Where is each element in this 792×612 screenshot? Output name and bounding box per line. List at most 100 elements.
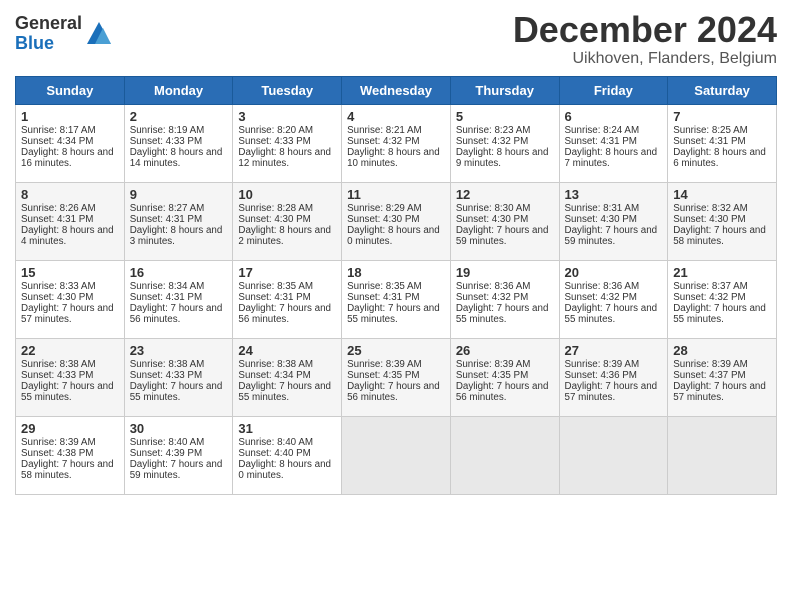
daylight-label: Daylight: 7 hours and 57 minutes.	[565, 381, 658, 403]
sunset-label: Sunset: 4:31 PM	[21, 214, 93, 225]
sunset-label: Sunset: 4:39 PM	[130, 448, 202, 459]
calendar-cell: 22Sunrise: 8:38 AMSunset: 4:33 PMDayligh…	[16, 338, 125, 416]
calendar-cell: 1Sunrise: 8:17 AMSunset: 4:34 PMDaylight…	[16, 104, 125, 182]
sunset-label: Sunset: 4:31 PM	[238, 292, 310, 303]
day-number: 16	[130, 265, 228, 280]
sunrise-label: Sunrise: 8:40 AM	[238, 437, 313, 448]
day-number: 11	[347, 187, 445, 202]
day-number: 15	[21, 265, 119, 280]
sunrise-label: Sunrise: 8:24 AM	[565, 125, 640, 136]
daylight-label: Daylight: 8 hours and 0 minutes.	[238, 459, 331, 481]
sunset-label: Sunset: 4:34 PM	[21, 136, 93, 147]
daylight-label: Daylight: 8 hours and 9 minutes.	[456, 147, 549, 169]
calendar-cell: 3Sunrise: 8:20 AMSunset: 4:33 PMDaylight…	[233, 104, 342, 182]
calendar-header-row: Sunday Monday Tuesday Wednesday Thursday…	[16, 76, 777, 104]
daylight-label: Daylight: 7 hours and 55 minutes.	[565, 303, 658, 325]
sunrise-label: Sunrise: 8:39 AM	[565, 359, 640, 370]
sunrise-label: Sunrise: 8:19 AM	[130, 125, 205, 136]
sunrise-label: Sunrise: 8:29 AM	[347, 203, 422, 214]
header-friday: Friday	[559, 76, 668, 104]
day-number: 29	[21, 421, 119, 436]
sunrise-label: Sunrise: 8:40 AM	[130, 437, 205, 448]
sunrise-label: Sunrise: 8:39 AM	[456, 359, 531, 370]
sunrise-label: Sunrise: 8:17 AM	[21, 125, 96, 136]
calendar-cell: 17Sunrise: 8:35 AMSunset: 4:31 PMDayligh…	[233, 260, 342, 338]
sunset-label: Sunset: 4:33 PM	[130, 136, 202, 147]
calendar-cell: 25Sunrise: 8:39 AMSunset: 4:35 PMDayligh…	[342, 338, 451, 416]
sunrise-label: Sunrise: 8:20 AM	[238, 125, 313, 136]
daylight-label: Daylight: 7 hours and 55 minutes.	[673, 303, 766, 325]
calendar-cell: 12Sunrise: 8:30 AMSunset: 4:30 PMDayligh…	[450, 182, 559, 260]
sunset-label: Sunset: 4:30 PM	[673, 214, 745, 225]
calendar-cell: 9Sunrise: 8:27 AMSunset: 4:31 PMDaylight…	[124, 182, 233, 260]
daylight-label: Daylight: 7 hours and 55 minutes.	[238, 381, 331, 403]
calendar-cell: 21Sunrise: 8:37 AMSunset: 4:32 PMDayligh…	[668, 260, 777, 338]
day-number: 18	[347, 265, 445, 280]
calendar-cell: 20Sunrise: 8:36 AMSunset: 4:32 PMDayligh…	[559, 260, 668, 338]
sunset-label: Sunset: 4:30 PM	[238, 214, 310, 225]
sunset-label: Sunset: 4:32 PM	[565, 292, 637, 303]
sunset-label: Sunset: 4:31 PM	[347, 292, 419, 303]
day-number: 19	[456, 265, 554, 280]
calendar-cell: 18Sunrise: 8:35 AMSunset: 4:31 PMDayligh…	[342, 260, 451, 338]
day-number: 5	[456, 109, 554, 124]
day-number: 26	[456, 343, 554, 358]
logo-blue: Blue	[15, 33, 54, 53]
sunset-label: Sunset: 4:35 PM	[456, 370, 528, 381]
calendar-cell: 5Sunrise: 8:23 AMSunset: 4:32 PMDaylight…	[450, 104, 559, 182]
daylight-label: Daylight: 7 hours and 55 minutes.	[21, 381, 114, 403]
calendar-cell: 4Sunrise: 8:21 AMSunset: 4:32 PMDaylight…	[342, 104, 451, 182]
sunset-label: Sunset: 4:38 PM	[21, 448, 93, 459]
sunrise-label: Sunrise: 8:25 AM	[673, 125, 748, 136]
calendar-body: 1Sunrise: 8:17 AMSunset: 4:34 PMDaylight…	[16, 104, 777, 494]
calendar-week-row: 1Sunrise: 8:17 AMSunset: 4:34 PMDaylight…	[16, 104, 777, 182]
page-container: General Blue December 2024 Uikhoven, Fla…	[0, 0, 792, 505]
sunset-label: Sunset: 4:30 PM	[347, 214, 419, 225]
daylight-label: Daylight: 8 hours and 6 minutes.	[673, 147, 766, 169]
sunset-label: Sunset: 4:30 PM	[21, 292, 93, 303]
calendar-cell: 2Sunrise: 8:19 AMSunset: 4:33 PMDaylight…	[124, 104, 233, 182]
sunrise-label: Sunrise: 8:23 AM	[456, 125, 531, 136]
day-number: 20	[565, 265, 663, 280]
daylight-label: Daylight: 7 hours and 59 minutes.	[456, 225, 549, 247]
sunset-label: Sunset: 4:31 PM	[130, 214, 202, 225]
calendar-cell: 28Sunrise: 8:39 AMSunset: 4:37 PMDayligh…	[668, 338, 777, 416]
daylight-label: Daylight: 7 hours and 56 minutes.	[130, 303, 223, 325]
daylight-label: Daylight: 7 hours and 59 minutes.	[130, 459, 223, 481]
calendar-week-row: 8Sunrise: 8:26 AMSunset: 4:31 PMDaylight…	[16, 182, 777, 260]
sunset-label: Sunset: 4:32 PM	[456, 136, 528, 147]
daylight-label: Daylight: 8 hours and 4 minutes.	[21, 225, 114, 247]
header: General Blue December 2024 Uikhoven, Fla…	[15, 10, 777, 68]
daylight-label: Daylight: 8 hours and 0 minutes.	[347, 225, 440, 247]
header-thursday: Thursday	[450, 76, 559, 104]
day-number: 22	[21, 343, 119, 358]
day-number: 12	[456, 187, 554, 202]
sunrise-label: Sunrise: 8:39 AM	[21, 437, 96, 448]
day-number: 30	[130, 421, 228, 436]
daylight-label: Daylight: 7 hours and 55 minutes.	[130, 381, 223, 403]
day-number: 8	[21, 187, 119, 202]
daylight-label: Daylight: 7 hours and 56 minutes.	[347, 381, 440, 403]
sunrise-label: Sunrise: 8:28 AM	[238, 203, 313, 214]
day-number: 4	[347, 109, 445, 124]
header-saturday: Saturday	[668, 76, 777, 104]
sunrise-label: Sunrise: 8:38 AM	[130, 359, 205, 370]
calendar-cell: 30Sunrise: 8:40 AMSunset: 4:39 PMDayligh…	[124, 416, 233, 494]
day-number: 28	[673, 343, 771, 358]
calendar-table: Sunday Monday Tuesday Wednesday Thursday…	[15, 76, 777, 495]
sunset-label: Sunset: 4:30 PM	[456, 214, 528, 225]
calendar-cell: 7Sunrise: 8:25 AMSunset: 4:31 PMDaylight…	[668, 104, 777, 182]
daylight-label: Daylight: 7 hours and 56 minutes.	[456, 381, 549, 403]
day-number: 2	[130, 109, 228, 124]
logo-general: General	[15, 13, 82, 33]
sunset-label: Sunset: 4:31 PM	[673, 136, 745, 147]
sunrise-label: Sunrise: 8:26 AM	[21, 203, 96, 214]
calendar-cell	[342, 416, 451, 494]
calendar-cell: 13Sunrise: 8:31 AMSunset: 4:30 PMDayligh…	[559, 182, 668, 260]
day-number: 14	[673, 187, 771, 202]
daylight-label: Daylight: 7 hours and 57 minutes.	[673, 381, 766, 403]
day-number: 6	[565, 109, 663, 124]
main-title: December 2024	[513, 10, 777, 50]
sunset-label: Sunset: 4:40 PM	[238, 448, 310, 459]
calendar-cell	[450, 416, 559, 494]
